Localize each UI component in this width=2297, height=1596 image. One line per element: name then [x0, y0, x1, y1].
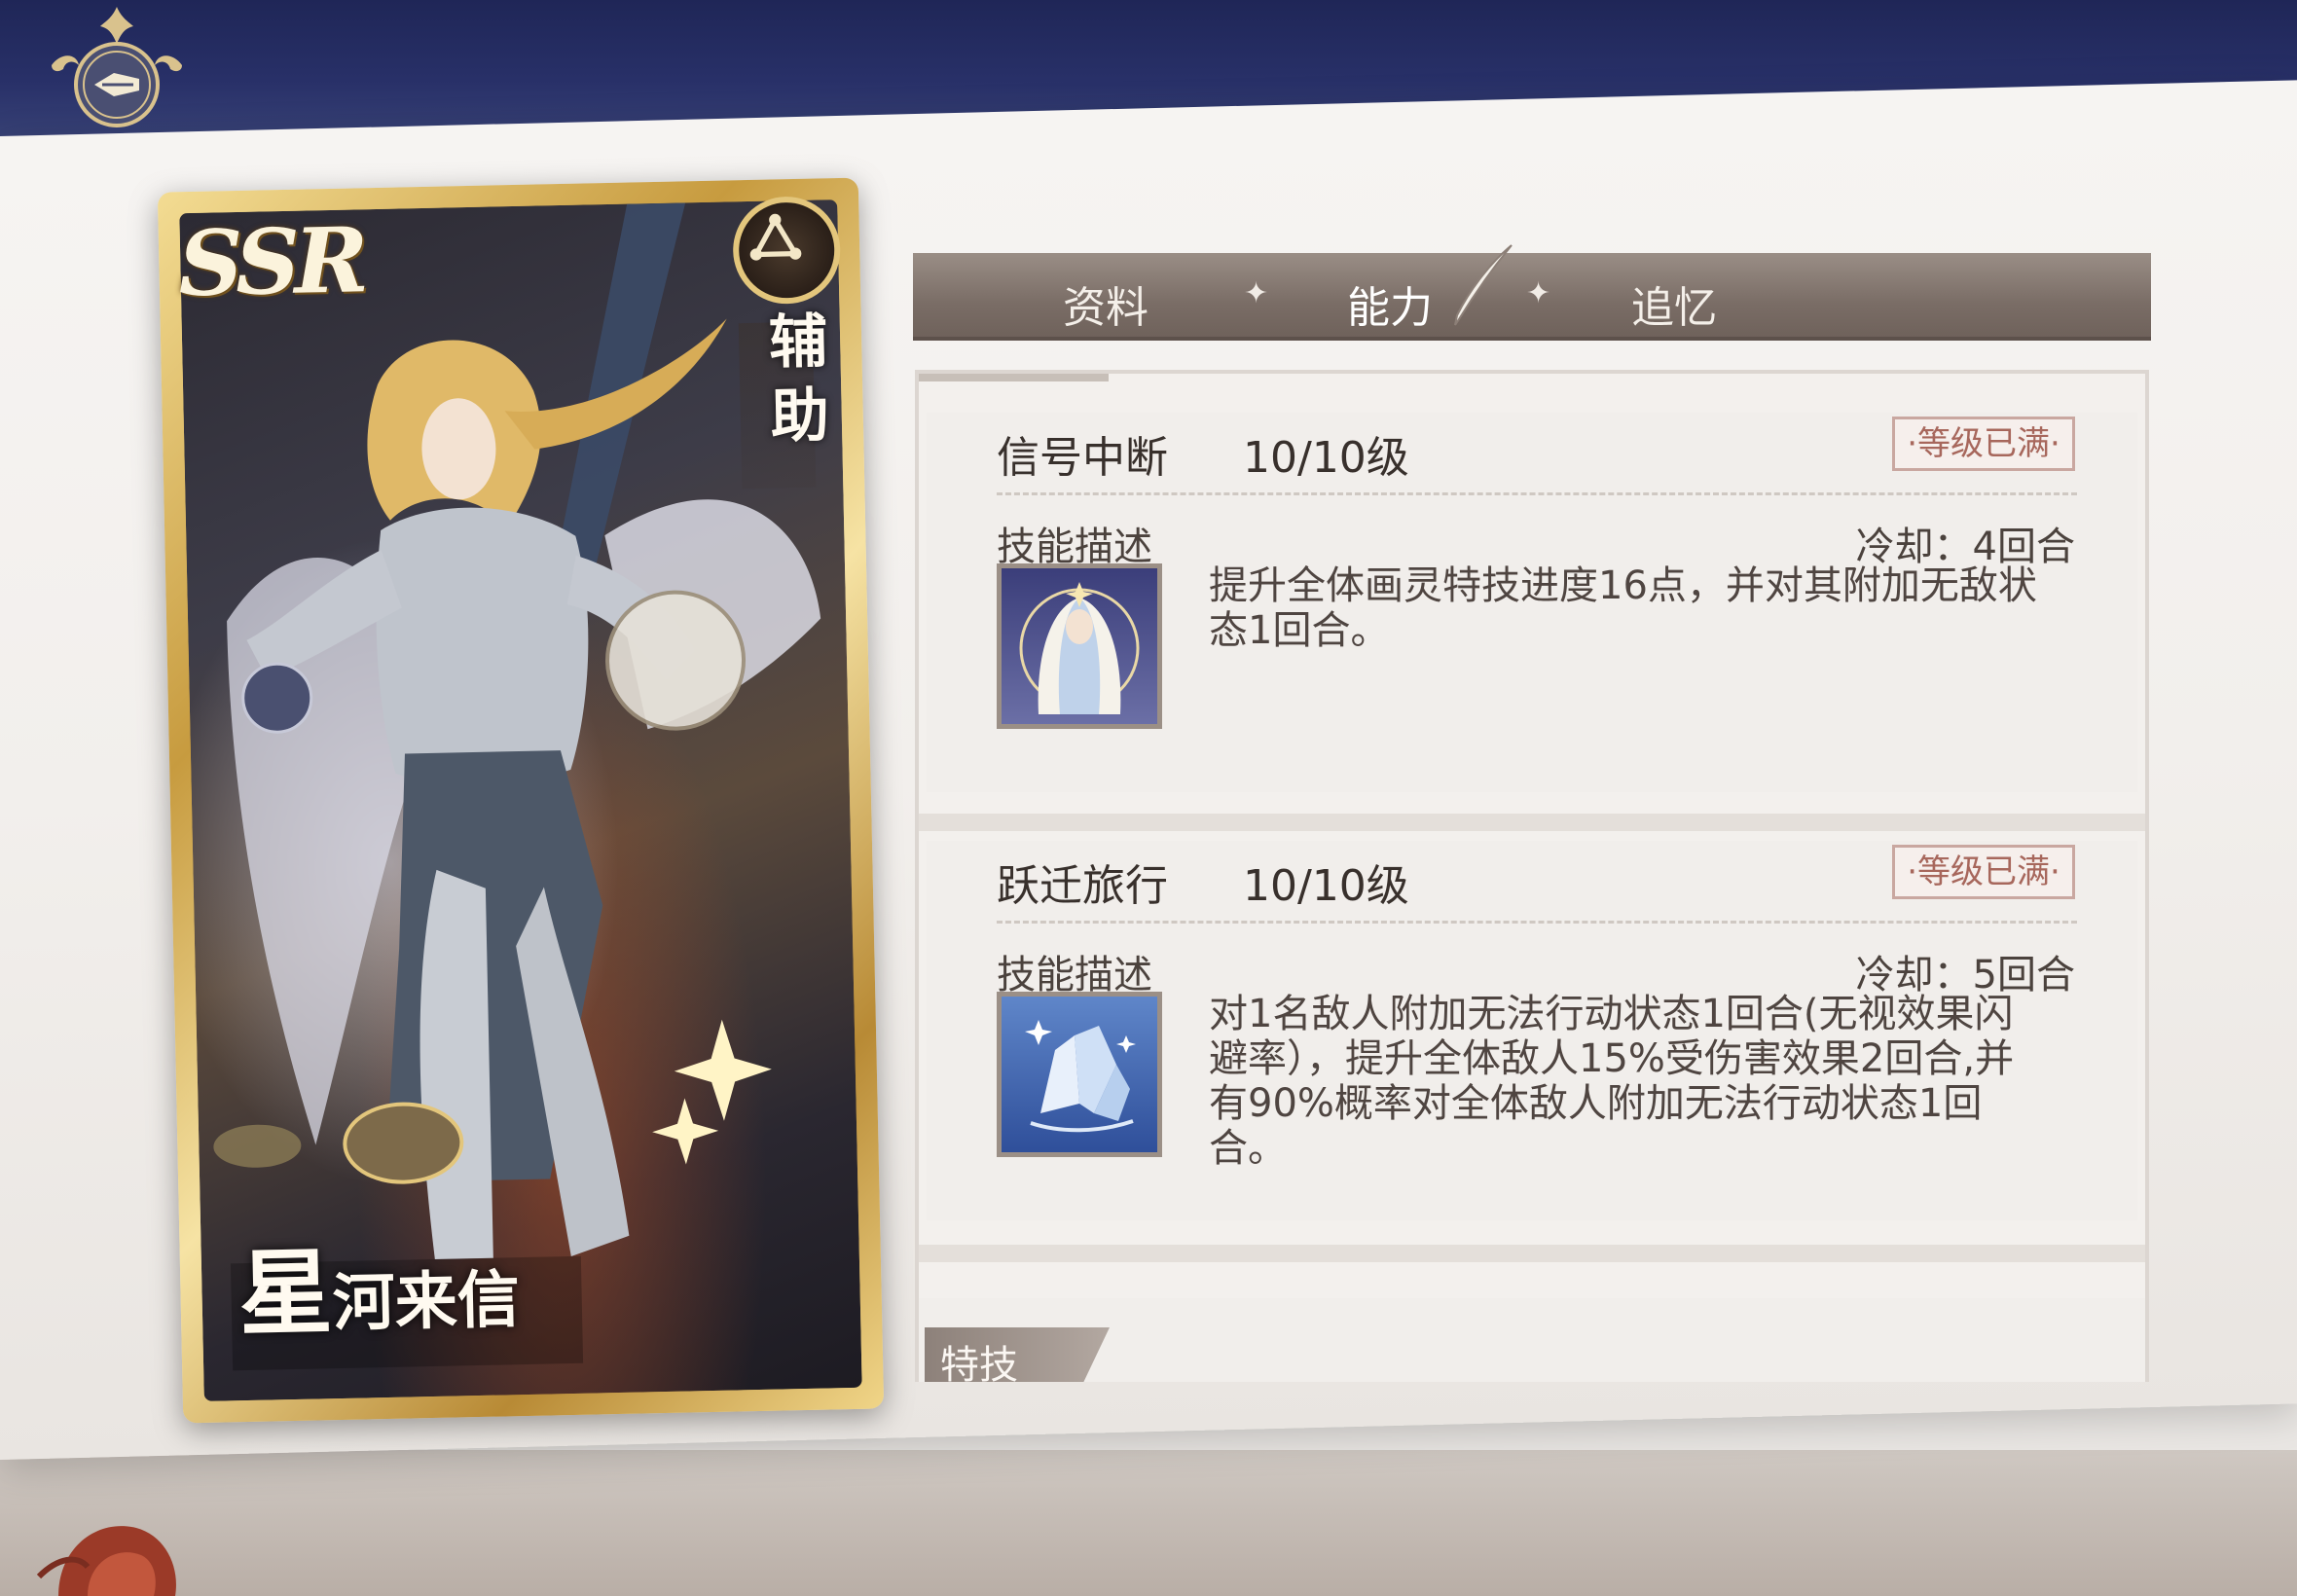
skill-description-line: 态1回合。 [1209, 608, 1390, 653]
skill-description-line: 合。 [1209, 1126, 1287, 1171]
divider [997, 921, 2077, 924]
quill-pen-icon [1454, 244, 1513, 326]
skill-description: 对1名敌人附加无法行动状态1回合(无视效果闪 避率），提升全体敌人15%受伤害效… [1209, 992, 2085, 1171]
card-name-rest: 河来信 [332, 1263, 521, 1341]
skill-name: 信号中断 [997, 433, 1168, 483]
role-label: 辅助 [768, 308, 830, 452]
skill-card: 信号中断 10/10级 ·等级已满· 技能描述 冷却：4回合 提升全体画灵特技进… [927, 413, 2137, 792]
panel-accent-line [919, 374, 1109, 381]
skill-description-line: 提升全体画灵特技进度16点，并对其附加无敌状 [1209, 563, 2037, 608]
skill-description-line: 避率），提升全体敌人15%受伤害效果2回合,并 [1209, 1036, 2015, 1081]
skill-name: 跃迁旅行 [997, 861, 1168, 911]
special-section-label: 特技 [940, 1343, 1018, 1382]
tab-separator-icon: ✦ [1526, 276, 1551, 310]
rose-decoration-icon [36, 1526, 176, 1596]
tab-memories[interactable]: 追忆 [1586, 272, 1762, 333]
level-maxed-badge: ·等级已满· [1892, 417, 2075, 471]
tab-bar: 资料 ✦ 能力 ✦ 追忆 [913, 253, 2151, 341]
back-button[interactable] [44, 5, 190, 131]
veiled-maiden-icon[interactable] [997, 563, 1162, 729]
skill-separator [919, 814, 2145, 831]
rarity-badge: SSR [177, 207, 364, 317]
card-name: 星河来信 [237, 1213, 521, 1354]
skill-level: 10/10级 [1243, 433, 1409, 483]
tab-profile[interactable]: 资料 [1018, 272, 1193, 333]
tab-separator-icon: ✦ [1244, 276, 1269, 310]
crystal-cluster-icon[interactable] [997, 992, 1162, 1157]
skill-level: 10/10级 [1243, 861, 1409, 911]
skill-separator [919, 1245, 2145, 1262]
skill-description-line: 有90%概率对全体敌人附加无法行动状态1回 [1209, 1081, 1983, 1126]
ability-panel: 信号中断 10/10级 ·等级已满· 技能描述 冷却：4回合 提升全体画灵特技进… [915, 370, 2149, 1382]
level-maxed-badge: ·等级已满· [1892, 845, 2075, 899]
character-card[interactable]: SSR 辅助 星河来信 [157, 177, 885, 1424]
bottom-shadow [0, 1450, 2297, 1596]
special-section: 特技 [919, 1298, 2145, 1382]
skill-description-line: 对1名敌人附加无法行动状态1回合(无视效果闪 [1209, 992, 2014, 1036]
skill-description: 提升全体画灵特技进度16点，并对其附加无敌状 态1回合。 [1209, 563, 2085, 653]
skill-card: 跃迁旅行 10/10级 ·等级已满· 技能描述 冷却：5回合 对1名敌人附加无法… [927, 841, 2137, 1220]
card-name-first-char: 星 [237, 1237, 334, 1350]
divider [997, 492, 2077, 495]
